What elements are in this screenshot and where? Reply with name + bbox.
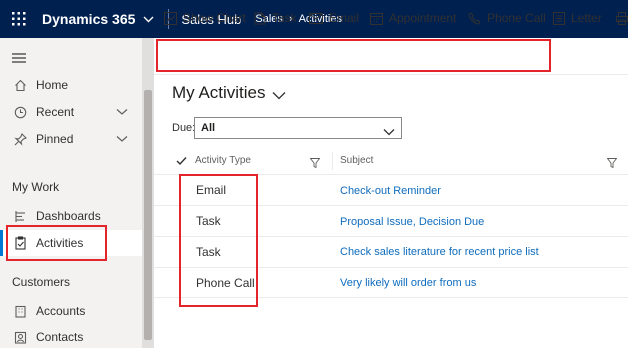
filter-icon[interactable] (606, 155, 618, 173)
sidebar-item-home[interactable]: Home (0, 72, 142, 98)
letter-icon (553, 11, 565, 25)
task-label: Task (272, 11, 297, 25)
column-header-activity-type[interactable]: Activity Type (195, 155, 251, 166)
sidebar: Home Recent Pinned My Work Dashboards Ac… (0, 38, 142, 348)
person-icon (12, 329, 28, 345)
new-task-button[interactable]: Task (254, 9, 297, 27)
sidebar-item-pinned[interactable]: Pinned (0, 126, 142, 152)
sidebar-item-contacts[interactable]: Contacts (0, 324, 142, 350)
letter-label: Letter (571, 11, 602, 25)
subject-link[interactable]: Proposal Issue, Decision Due (340, 216, 484, 228)
activity-type-cell: Task (196, 245, 221, 259)
appointment-label: Appointment (389, 11, 457, 25)
sidebar-item-accounts[interactable]: Accounts (0, 298, 142, 324)
clipboard-icon (12, 235, 28, 251)
print-icon[interactable] (616, 9, 628, 27)
new-phone-call-button[interactable]: Phone Call (468, 9, 546, 27)
phone-icon (468, 11, 481, 25)
sidebar-item-label: Dashboards (36, 209, 101, 223)
sidebar-item-label: Home (36, 78, 69, 92)
view-selector-chevron-icon[interactable] (272, 87, 286, 105)
pin-icon (12, 131, 28, 147)
show-chart-label: Show Chart (183, 11, 246, 25)
section-customers: Customers (12, 275, 71, 289)
building-icon (12, 303, 28, 319)
sidebar-item-dashboards[interactable]: Dashboards (0, 203, 142, 229)
task-icon (254, 12, 266, 24)
new-letter-button[interactable]: Letter (553, 9, 602, 27)
sidebar-item-label: Recent (36, 105, 75, 119)
sidebar-item-label: Accounts (36, 304, 86, 318)
new-email-button[interactable]: Email (309, 9, 359, 27)
show-chart-button[interactable]: Show Chart (164, 9, 246, 27)
sidebar-item-label: Activities (36, 236, 84, 250)
due-filter-select[interactable]: All (194, 117, 402, 139)
column-divider[interactable] (332, 152, 333, 170)
filter-icon[interactable] (309, 155, 321, 173)
new-appointment-button[interactable]: Appointment (370, 9, 456, 27)
email-icon (309, 12, 323, 24)
sidebar-scroll-thumb[interactable] (144, 90, 152, 340)
select-all-checkmark-icon[interactable] (176, 153, 187, 171)
dashboard-icon (12, 208, 28, 224)
phone-call-label: Phone Call (487, 11, 546, 25)
hamburger-menu-icon[interactable] (12, 50, 26, 68)
sidebar-item-label: Contacts (36, 330, 84, 344)
column-header-subject[interactable]: Subject (340, 155, 373, 166)
sidebar-item-recent[interactable]: Recent (0, 99, 142, 125)
section-my-work: My Work (12, 180, 60, 194)
chevron-down-icon[interactable] (143, 16, 154, 23)
calendar-icon (370, 12, 383, 25)
activity-type-cell: Phone Call (196, 276, 255, 290)
subject-link[interactable]: Check-out Reminder (340, 185, 441, 197)
chevron-down-icon (383, 123, 395, 141)
activity-type-cell: Task (196, 214, 221, 228)
due-filter-label: Due: (172, 122, 196, 134)
sidebar-item-activities[interactable]: Activities (0, 230, 142, 256)
email-label: Email (329, 11, 360, 25)
subject-link[interactable]: Very likely will order from us (340, 277, 476, 289)
subject-link[interactable]: Check sales literature for recent price … (340, 246, 539, 258)
chart-icon (164, 11, 177, 25)
command-bar (154, 38, 628, 75)
brand-name[interactable]: Dynamics 365 (42, 11, 135, 27)
app-launcher-icon[interactable] (0, 0, 38, 38)
view-title[interactable]: My Activities (172, 83, 266, 103)
clock-icon (12, 104, 28, 120)
due-filter-value: All (201, 122, 216, 134)
sidebar-item-label: Pinned (36, 132, 74, 146)
home-icon (12, 77, 28, 93)
chevron-down-icon[interactable] (116, 132, 128, 146)
activity-type-cell: Email (196, 183, 227, 197)
chevron-down-icon[interactable] (116, 105, 128, 119)
